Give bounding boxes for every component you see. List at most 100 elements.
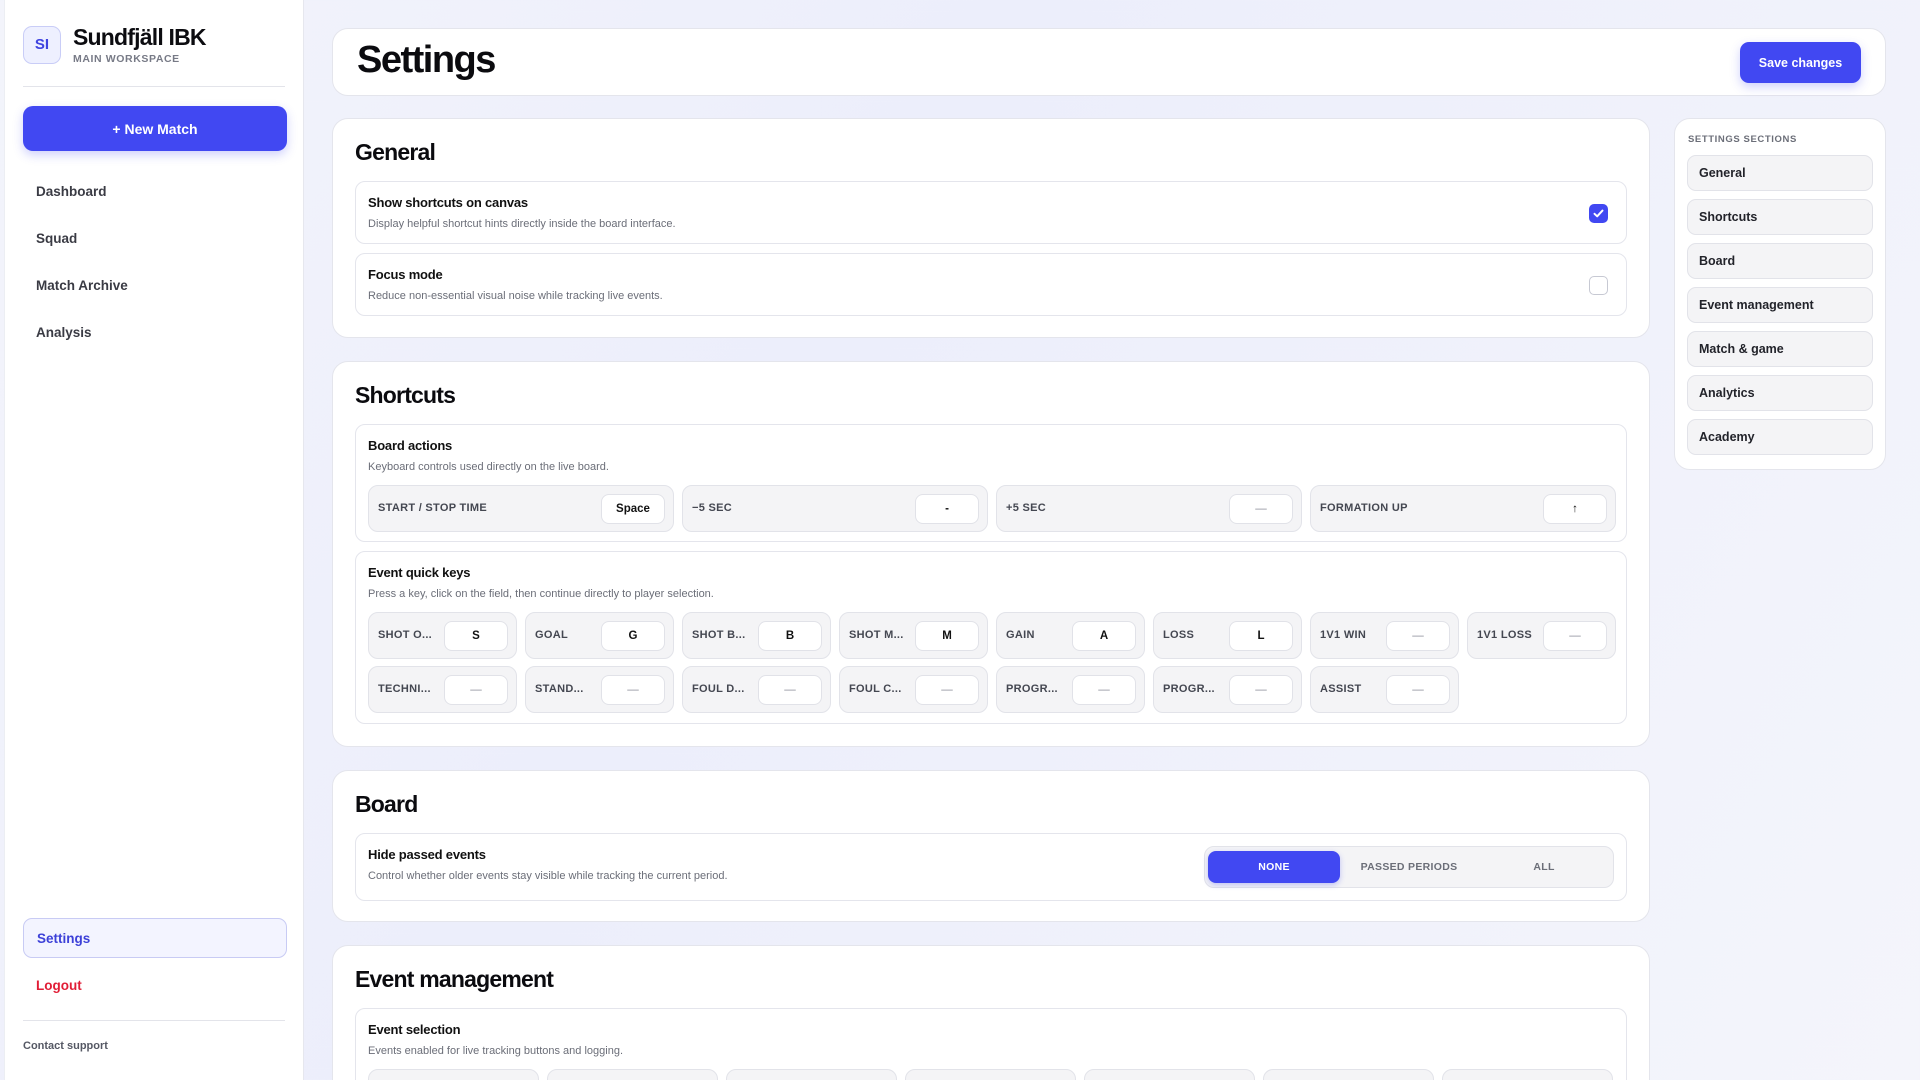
shortcut-label: FOUL C... [849,683,902,695]
setting-focus-mode[interactable]: Focus mode Reduce non-essential visual n… [355,253,1627,316]
contact-support-link[interactable]: Contact support [23,1040,108,1052]
shortcut-tile: TECHNI... — [368,666,517,713]
section-link-match-game[interactable]: Match & game [1687,331,1873,367]
nav-item-match-archive[interactable]: Match Archive [23,262,287,309]
divider [23,1020,285,1021]
shortcut-label: FOUL D... [692,683,745,695]
setting-show-shortcuts[interactable]: Show shortcuts on canvas Display helpful… [355,181,1627,244]
board-section: Board Hide passed events Control whether… [332,770,1650,922]
card-title: Event selection [368,1022,461,1037]
shortcut-tile: FORMATION UP ↑ [1310,485,1616,532]
key-binding-button[interactable]: — [444,675,508,705]
section-link-analytics[interactable]: Analytics [1687,375,1873,411]
section-title: General [355,139,436,165]
section-link-shortcuts[interactable]: Shortcuts [1687,199,1873,235]
new-match-button[interactable]: + New Match [23,106,287,151]
logout-link[interactable]: Logout [36,978,82,993]
shortcut-label: −5 SEC [692,502,733,514]
shortcut-label: SHOT B... [692,629,746,641]
shortcut-tile: SHOT O... S [368,612,517,659]
setting-title: Focus mode [368,267,443,282]
setting-description: Control whether older events stay visibl… [368,870,728,882]
shortcut-tile: SHOT B... B [682,612,831,659]
shortcut-tile: 1V1 WIN — [1310,612,1459,659]
setting-title: Hide passed events [368,847,486,862]
nav-item-squad[interactable]: Squad [23,215,287,262]
shortcut-tile: GAIN A [996,612,1145,659]
save-changes-button[interactable]: Save changes [1740,42,1861,83]
shortcut-label: SHOT M... [849,629,904,641]
setting-description: Reduce non-essential visual noise while … [368,290,663,302]
brand: SI Sundfjäll IBK MAIN WORKSPACE [23,24,207,65]
page-title: Settings [357,39,496,81]
section-title: Board [355,791,418,817]
shortcut-tile: 1V1 LOSS — [1467,612,1616,659]
key-binding-button[interactable]: M [915,621,979,651]
key-binding-button[interactable]: - [915,494,979,524]
key-binding-button[interactable]: B [758,621,822,651]
divider [23,86,285,87]
card-title: Board actions [368,438,453,453]
shortcut-tile: LOSS L [1153,612,1302,659]
nav-item-settings[interactable]: Settings [23,918,287,958]
card-description: Press a key, click on the field, then co… [368,588,714,600]
option-passed-periods[interactable]: PASSED PERIODS [1343,851,1475,883]
general-section: General Show shortcuts on canvas Display… [332,118,1650,338]
shortcut-tile: GOAL G [525,612,674,659]
key-binding-button[interactable]: A [1072,621,1136,651]
shortcut-label: TECHNI... [378,683,431,695]
event-toggle-tile[interactable] [1442,1069,1613,1080]
shortcut-tile: START / STOP TIME Space [368,485,674,532]
card-description: Events enabled for live tracking buttons… [368,1045,623,1057]
shortcut-label: +5 SEC [1006,502,1047,514]
shortcut-label: STAND... [535,683,584,695]
key-binding-button[interactable]: — [758,675,822,705]
section-link-board[interactable]: Board [1687,243,1873,279]
key-binding-button[interactable]: L [1229,621,1293,651]
event-selection-card: Event selection Events enabled for live … [355,1008,1627,1080]
key-binding-button[interactable]: — [1543,621,1607,651]
event-toggle-tile[interactable] [368,1069,539,1080]
key-binding-button[interactable]: — [1229,494,1293,524]
section-title: Shortcuts [355,382,456,408]
setting-description: Display helpful shortcut hints directly … [368,218,676,230]
key-binding-button[interactable]: Space [601,494,665,524]
event-toggle-tile[interactable] [547,1069,718,1080]
show-shortcuts-checkbox[interactable] [1589,204,1608,223]
key-binding-button[interactable]: — [601,675,665,705]
shortcut-tile: FOUL C... — [839,666,988,713]
shortcut-tile: ASSIST — [1310,666,1459,713]
event-toggle-tile[interactable] [905,1069,1076,1080]
workspace-label: MAIN WORKSPACE [73,53,180,65]
event-toggle-tile[interactable] [1084,1069,1255,1080]
section-link-academy[interactable]: Academy [1687,419,1873,455]
key-binding-button[interactable]: ↑ [1543,494,1607,524]
event-toggle-tile[interactable] [726,1069,897,1080]
key-binding-button[interactable]: — [1386,675,1450,705]
option-none[interactable]: NONE [1208,851,1340,883]
page-header: Settings Save changes [332,28,1886,96]
main-nav: Dashboard Squad Match Archive Analysis [23,168,287,356]
section-link-event-management[interactable]: Event management [1687,287,1873,323]
shortcut-label: LOSS [1163,629,1195,641]
settings-sections-nav: SETTINGS SECTIONS General Shortcuts Boar… [1674,118,1886,470]
key-binding-button[interactable]: — [1386,621,1450,651]
shortcut-label: PROGR... [1006,683,1058,695]
shortcut-label: GOAL [535,629,568,641]
shortcut-label: START / STOP TIME [378,502,487,514]
event-toggle-tile[interactable] [1263,1069,1434,1080]
nav-item-dashboard[interactable]: Dashboard [23,168,287,215]
key-binding-button[interactable]: S [444,621,508,651]
shortcut-tile: SHOT M... M [839,612,988,659]
check-icon [1593,209,1604,218]
focus-mode-checkbox[interactable] [1589,276,1608,295]
key-binding-button[interactable]: G [601,621,665,651]
key-binding-button[interactable]: — [1072,675,1136,705]
nav-item-analysis[interactable]: Analysis [23,309,287,356]
shortcut-tile: −5 SEC - [682,485,988,532]
option-all[interactable]: ALL [1478,851,1610,883]
key-binding-button[interactable]: — [915,675,979,705]
event-quick-keys-card: Event quick keys Press a key, click on t… [355,551,1627,724]
section-link-general[interactable]: General [1687,155,1873,191]
key-binding-button[interactable]: — [1229,675,1293,705]
